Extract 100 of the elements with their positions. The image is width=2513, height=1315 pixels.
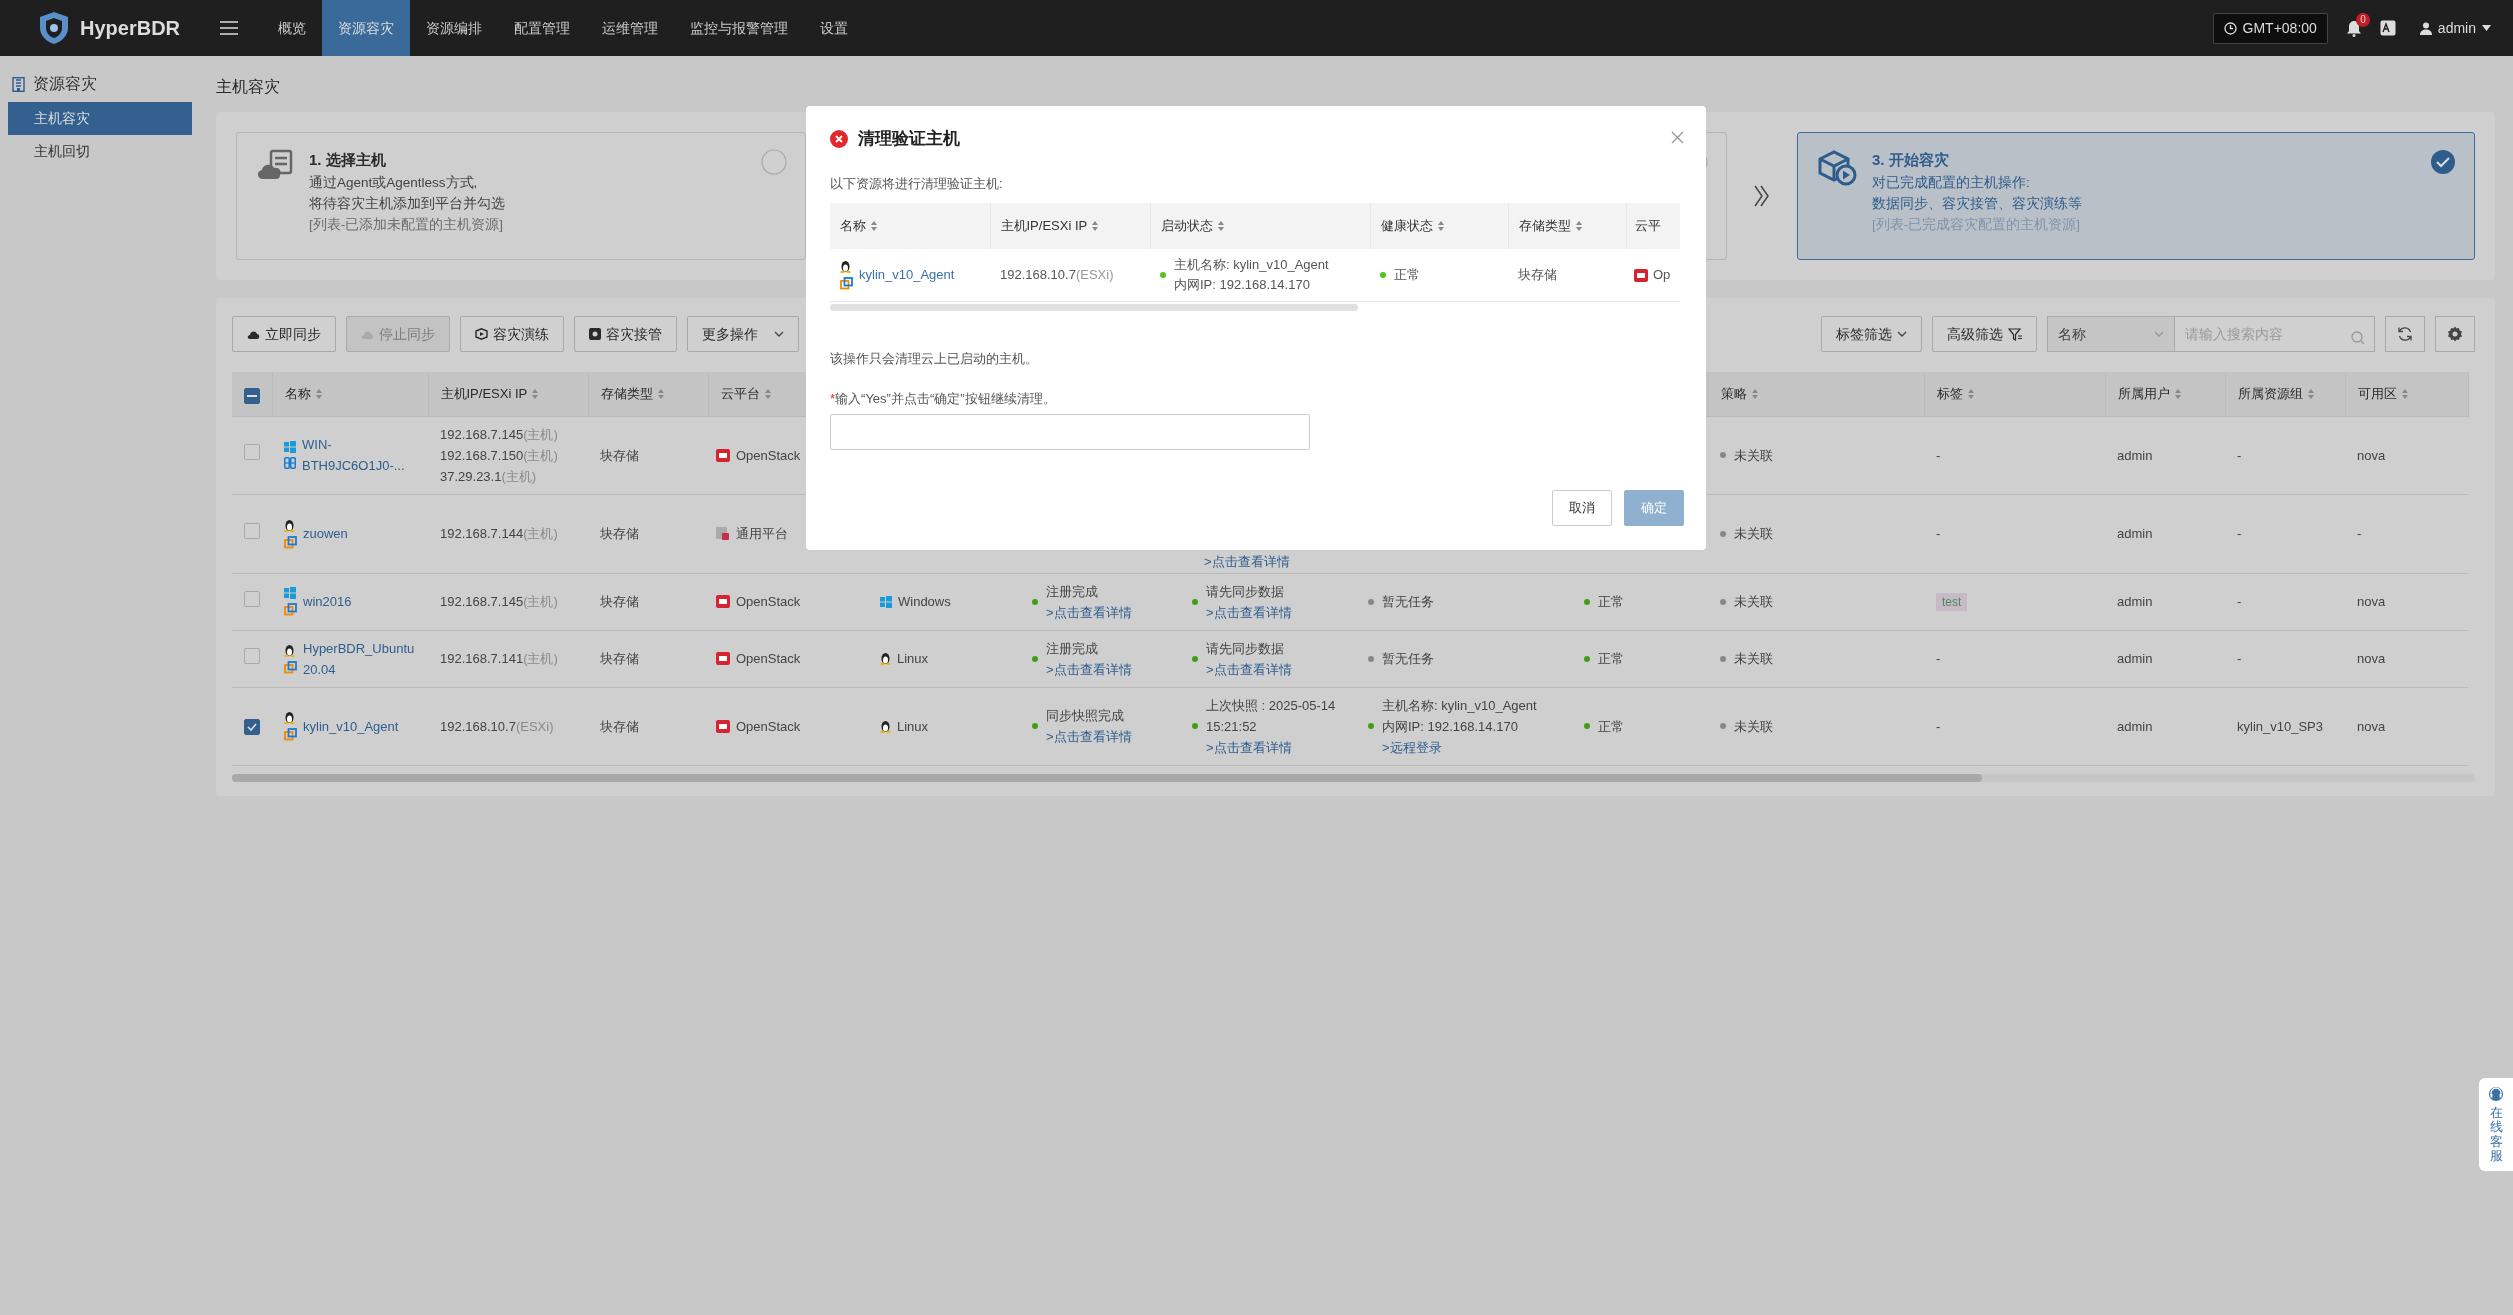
nav-tab[interactable]: 配置管理: [498, 0, 586, 56]
details-link[interactable]: >点击查看详情: [1046, 604, 1132, 620]
host-name-link[interactable]: kylin_v10_Agent: [303, 715, 416, 737]
sort-icon: [2306, 387, 2315, 400]
confirm-input-field[interactable]: [830, 414, 1310, 450]
penguin-icon: [840, 260, 851, 273]
more-actions-button[interactable]: 更多操作: [687, 316, 799, 352]
check-circle-icon: [2430, 149, 2456, 175]
cloud-platform: OpenStack: [736, 717, 801, 736]
status-text: 主机名称: kylin_v10_Agent: [1382, 696, 1537, 715]
support-tab[interactable]: 在线客服: [2479, 1078, 2513, 1172]
menu-icon[interactable]: [220, 21, 238, 35]
sort-icon: [2173, 387, 2182, 400]
host-name-link[interactable]: WIN-BTH9JC6O1J0-...: [302, 434, 416, 476]
caret-icon: [774, 331, 784, 337]
table-cell: 块存储: [600, 526, 639, 541]
sidebar-item[interactable]: 主机容灾: [8, 102, 192, 135]
checkbox[interactable]: [244, 590, 260, 607]
details-link[interactable]: >点击查看详情: [1206, 604, 1292, 620]
checkbox[interactable]: [244, 718, 260, 735]
checkbox[interactable]: [244, 388, 260, 405]
timezone-display[interactable]: GMT+08:00: [2212, 12, 2328, 44]
remote-login-link[interactable]: >远程登录: [1382, 739, 1442, 755]
action-button[interactable]: 容灾接管: [574, 316, 677, 352]
status-text: 注册完成: [1046, 639, 1099, 658]
refresh-icon: [2397, 326, 2413, 342]
status-text: 上次快照 : 2025-05-14 15:21:52: [1206, 696, 1337, 736]
nav-tab[interactable]: 监控与报警管理: [674, 0, 804, 56]
error-icon: [830, 129, 848, 148]
sidebar-item[interactable]: 主机回切: [8, 135, 192, 168]
notification-badge: 0: [2356, 12, 2370, 27]
page-title: 主机容灾: [216, 77, 281, 97]
cancel-button[interactable]: 取消: [1552, 490, 1612, 526]
details-link[interactable]: >点击查看详情: [1206, 661, 1292, 677]
details-link[interactable]: >点击查看详情: [1046, 729, 1132, 744]
sort-icon: [531, 387, 540, 400]
step-title: 3. 开始容灾: [1872, 150, 1950, 170]
table-cell: 块存储: [600, 447, 639, 463]
nav-tab[interactable]: 资源容灾: [322, 0, 410, 56]
action-button[interactable]: 立即同步: [232, 316, 336, 352]
host-name-link[interactable]: HyperBDR_Ubuntu20.04: [303, 637, 416, 680]
select-value: 名称: [2058, 324, 2086, 344]
overlapping-squares-icon: [284, 660, 297, 674]
user-menu[interactable]: admin: [2413, 16, 2497, 40]
checkbox[interactable]: [244, 444, 260, 460]
required-mark: *: [830, 389, 836, 408]
status-text: 未关联: [1734, 446, 1773, 465]
refresh-button[interactable]: [2385, 316, 2425, 352]
scrollbar[interactable]: [232, 773, 2475, 782]
step-description: 将待容灾主机添加到平台并勾选: [309, 194, 505, 213]
column-header[interactable]: 名称: [284, 384, 311, 404]
host-name-link[interactable]: kylin_v10_Agent: [859, 265, 977, 285]
nav-tab[interactable]: 资源编排: [410, 0, 498, 56]
nav-tab[interactable]: 运维管理: [586, 0, 674, 56]
cloud-platform: OpenStack: [736, 650, 801, 668]
scrollbar[interactable]: [830, 304, 1358, 311]
column-header[interactable]: 存储类型: [1518, 216, 1571, 236]
translate-icon[interactable]: [2379, 20, 2396, 36]
nav-tab[interactable]: 设置: [804, 0, 864, 56]
penguin-icon: [880, 652, 891, 665]
status-text: 正常: [1394, 266, 1420, 284]
sort-icon: [763, 387, 772, 400]
field-select[interactable]: 名称: [2047, 316, 2175, 352]
nav-tab[interactable]: 概览: [262, 0, 322, 56]
host-name-link[interactable]: zuowen: [303, 523, 416, 544]
minus-icon: [247, 395, 257, 398]
details-link[interactable]: >点击查看详情: [1046, 661, 1132, 677]
step-card[interactable]: 1. 选择主机 通过Agent或Agentless方式, 将待容灾主机添加到平台并勾选 [列表-已添加未配置的主机资源]: [236, 132, 806, 260]
action-button[interactable]: 容灾演练: [460, 316, 564, 352]
sort-icon: [1216, 220, 1225, 232]
column-header[interactable]: 策略: [1720, 384, 1747, 404]
checkbox[interactable]: [244, 647, 260, 664]
clock-icon: [2223, 21, 2237, 35]
close-icon: [1671, 130, 1684, 144]
column-header[interactable]: 启动状态: [1160, 216, 1213, 236]
advanced-filter-button[interactable]: 高级筛选: [1932, 316, 2037, 352]
tag-filter-button[interactable]: 标签筛选: [1821, 316, 1922, 352]
column-header[interactable]: 标签: [1936, 384, 1963, 404]
shield-logo-icon: [38, 11, 70, 45]
server-icon: [284, 457, 296, 469]
settings-icon: [2447, 326, 2463, 342]
column-header[interactable]: 健康状态: [1380, 216, 1433, 236]
settings-button[interactable]: [2435, 316, 2475, 352]
windows-icon: [284, 441, 296, 453]
column-header[interactable]: 名称: [840, 216, 866, 236]
details-link[interactable]: >点击查看详情: [1206, 739, 1292, 755]
step-title: 1. 选择主机: [309, 150, 387, 170]
ip-address: 192.168.7.145(主机): [440, 425, 559, 444]
bell-icon[interactable]: [2345, 19, 2362, 37]
status-text: 未关联: [1734, 525, 1773, 543]
sort-icon: [1966, 387, 1975, 400]
column-header[interactable]: 云平台: [720, 384, 760, 404]
host-name-link[interactable]: win2016: [303, 591, 416, 612]
checkbox[interactable]: [244, 522, 260, 539]
column-header[interactable]: 可用区: [2357, 384, 2397, 404]
status-text: 主机名称: kylin_v10_Agent: [1174, 256, 1329, 274]
filter-icon: [2008, 327, 2022, 341]
details-link[interactable]: >点击查看详情: [1204, 553, 1290, 569]
os-name: Linux: [897, 717, 929, 736]
platform-icon: [716, 527, 730, 540]
